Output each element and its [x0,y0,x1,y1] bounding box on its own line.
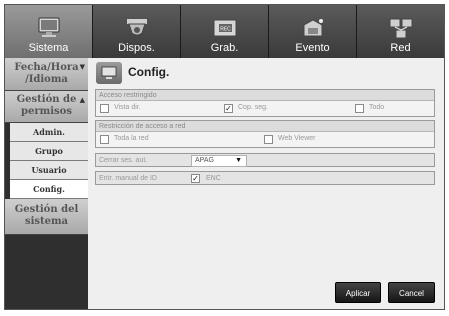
checkbox-label: Toda la red [114,135,149,142]
section-header: Acceso restringido [96,90,434,101]
tab-label: Dispos. [118,42,155,54]
page-title: Config. [128,65,170,79]
camera-icon [126,19,147,36]
checkbox-label: Vista dir. [114,104,141,111]
event-icon [303,19,323,37]
chevron-down-icon: ▼ [79,62,85,71]
auto-logout-label: Cerrar ses. aut. [99,157,148,164]
access-restriction-section: Acceso restringido Vista dir. ✓ Cop. seg… [95,89,435,117]
config-panel: Config. Acceso restringido Vista dir. ✓ … [88,58,444,309]
sidebar-item-admin[interactable]: Admin. [10,123,88,142]
sidebar-group-permisos[interactable]: Gestión de permisos ▲ [5,91,88,123]
manual-id-label: Entr. manual de ID [99,175,157,182]
tab-label: Red [390,42,411,54]
checkbox-label: Cop. seg. [238,104,268,111]
top-tab-bar: Sistema Dispos. REC Grab. Evento Red [5,5,444,58]
tab-evento[interactable]: Evento [269,5,357,58]
auto-logout-row: Cerrar ses. aut. APAG ▼ [95,153,435,167]
sidebar-group-sistema[interactable]: Gestión del sistema [5,199,88,235]
checkbox-label: ENC [206,175,221,182]
tab-label: Grab. [210,42,239,54]
sidebar-group-fecha-hora[interactable]: Fecha/Hora /Idioma ▼ [5,58,88,91]
auto-logout-select[interactable]: APAG ▼ [191,155,247,167]
checkbox-label: Web Viewer [278,135,316,142]
select-value: APAG [195,157,214,164]
svg-text:REC: REC [220,27,231,33]
tab-red[interactable]: Red [357,5,444,58]
tab-dispos[interactable]: Dispos. [93,5,181,58]
monitor-icon [38,17,59,37]
settings-window: Sistema Dispos. REC Grab. Evento Red Fec… [4,4,445,310]
tab-label: Sistema [28,42,69,54]
toda-la-red-checkbox[interactable] [100,135,109,144]
network-restriction-section: Restricción de acceso a red Toda la red … [95,120,435,148]
sidebar-item-grupo[interactable]: Grupo [10,142,88,161]
manual-id-checkbox[interactable]: ✓ [191,174,200,183]
tab-sistema[interactable]: Sistema [5,5,93,58]
web-viewer-checkbox[interactable] [264,135,273,144]
cop-seg-checkbox[interactable]: ✓ [224,104,233,113]
rec-icon: REC [213,19,236,37]
network-icon [389,18,412,39]
chevron-up-icon: ▲ [79,95,85,104]
section-body: Vista dir. ✓ Cop. seg. Todo [96,101,434,116]
sidebar-group-label: Gestión de permisos [16,94,77,117]
sidebar-item-config[interactable]: Config. [10,180,88,199]
settings-user-icon [96,62,122,84]
section-header: Restricción de acceso a red [96,121,434,132]
sidebar-group-label: Gestión del sistema [14,204,79,227]
sidebar-item-usuario[interactable]: Usuario [10,161,88,180]
sidebar: Fecha/Hora /Idioma ▼ Gestión de permisos… [5,58,88,309]
todo-checkbox[interactable] [355,104,364,113]
apply-button[interactable]: Aplicar [335,282,381,303]
section-body: Toda la red Web Viewer [96,132,434,147]
tab-grab[interactable]: REC Grab. [181,5,269,58]
tab-label: Evento [295,42,330,54]
manual-id-row: Entr. manual de ID ✓ ENC [95,171,435,185]
sidebar-group-label: Fecha/Hora /Idioma [14,62,79,85]
dropdown-arrow-icon: ▼ [235,157,242,164]
checkbox-label: Todo [369,104,385,111]
cancel-button[interactable]: Cancel [388,282,435,303]
vista-dir-checkbox[interactable] [100,104,109,113]
